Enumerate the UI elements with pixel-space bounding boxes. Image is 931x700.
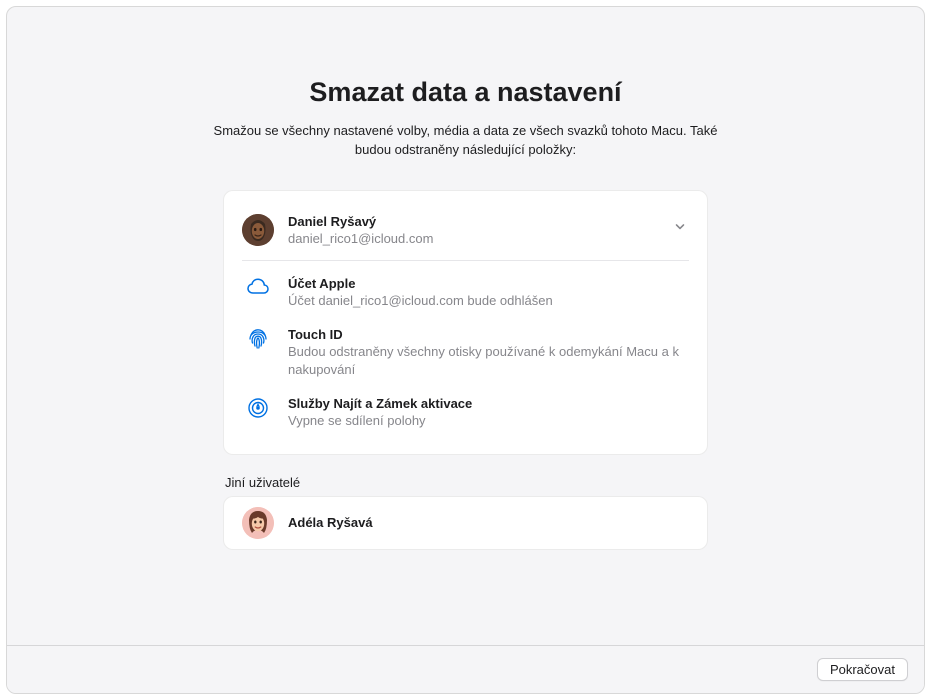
content-area: Smazat data a nastavení Smažou se všechn… [7, 7, 924, 645]
page-subtitle: Smažou se všechny nastavené volby, média… [196, 122, 736, 160]
avatar-wrapper [242, 214, 274, 246]
primary-user-name: Daniel Ryšavý [288, 213, 689, 231]
avatar-wrapper [242, 507, 274, 539]
primary-user-row[interactable]: Daniel Ryšavý daniel_rico1@icloud.com [242, 205, 689, 261]
erase-assistant-window: Smazat data a nastavení Smažou se všechn… [6, 6, 925, 694]
find-my-title: Služby Najít a Zámek aktivace [288, 395, 689, 413]
fingerprint-icon [242, 326, 274, 352]
find-my-row: Služby Najít a Zámek aktivace Vypne se s… [242, 387, 689, 438]
other-user-row: Adéla Ryšavá [242, 507, 689, 539]
find-my-sub: Vypne se sdílení polohy [288, 412, 689, 430]
primary-user-email: daniel_rico1@icloud.com [288, 230, 689, 248]
apple-account-title: Účet Apple [288, 275, 689, 293]
page-title: Smazat data a nastavení [309, 77, 621, 108]
chevron-down-icon [673, 220, 687, 239]
other-users-label: Jiní uživatelé [223, 475, 708, 490]
find-my-text: Služby Najít a Zámek aktivace Vypne se s… [288, 395, 689, 430]
other-user-name: Adéla Ryšavá [288, 514, 689, 532]
find-my-icon [242, 395, 274, 421]
cloud-icon [242, 275, 274, 301]
primary-card: Daniel Ryšavý daniel_rico1@icloud.com Úč… [223, 190, 708, 455]
apple-account-text: Účet Apple Účet daniel_rico1@icloud.com … [288, 275, 689, 310]
avatar [242, 507, 274, 539]
other-users-card: Adéla Ryšavá [223, 496, 708, 550]
apple-account-row: Účet Apple Účet daniel_rico1@icloud.com … [242, 267, 689, 318]
touch-id-text: Touch ID Budou odstraněny všechny otisky… [288, 326, 689, 379]
apple-account-sub: Účet daniel_rico1@icloud.com bude odhláš… [288, 292, 689, 310]
continue-button[interactable]: Pokračovat [817, 658, 908, 681]
touch-id-row: Touch ID Budou odstraněny všechny otisky… [242, 318, 689, 387]
primary-user-text: Daniel Ryšavý daniel_rico1@icloud.com [288, 213, 689, 248]
other-user-text: Adéla Ryšavá [288, 514, 689, 532]
footer-bar: Pokračovat [7, 645, 924, 693]
touch-id-sub: Budou odstraněny všechny otisky používan… [288, 343, 689, 378]
touch-id-title: Touch ID [288, 326, 689, 344]
avatar [242, 214, 274, 246]
